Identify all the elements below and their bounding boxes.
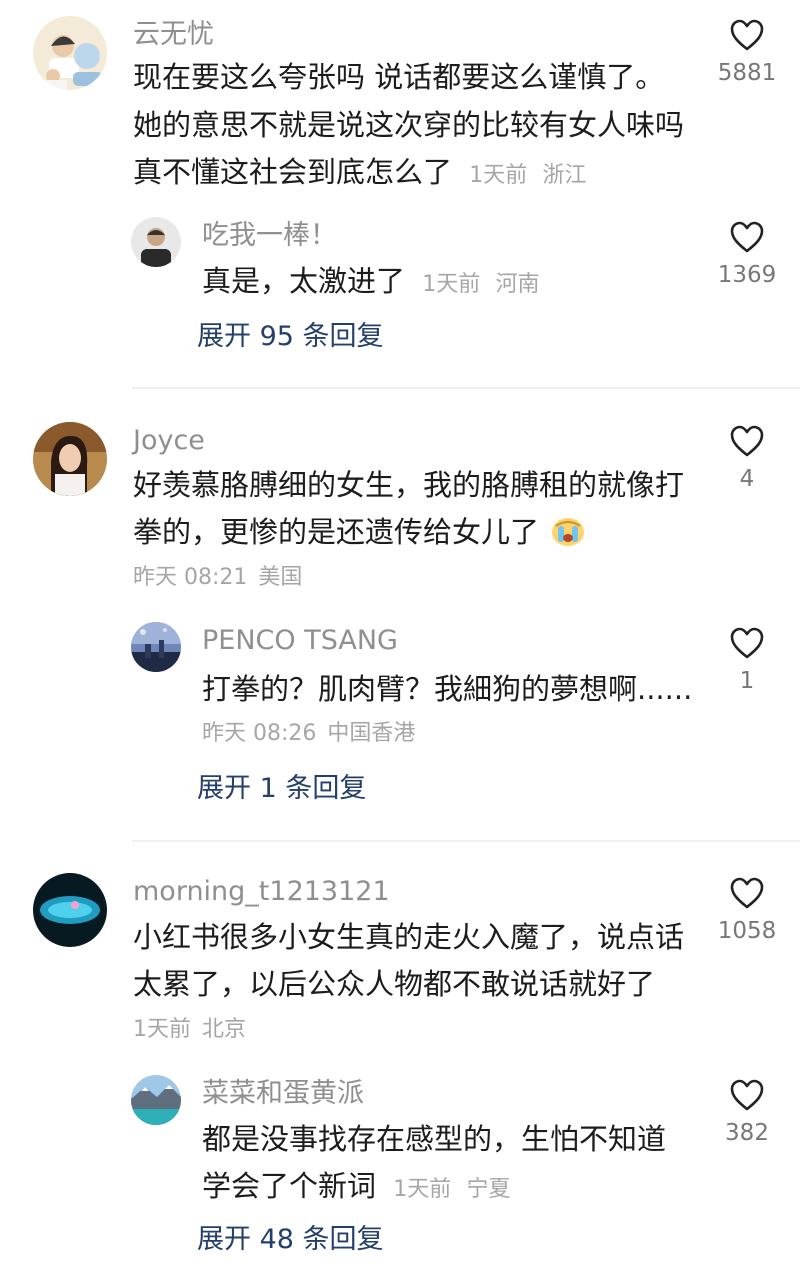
- comment-username[interactable]: morning_t1213121: [133, 874, 390, 910]
- heart-outline-icon: [730, 1079, 764, 1111]
- comment-username[interactable]: 云无忧: [133, 17, 214, 53]
- comment-time: 昨天 08:21: [133, 565, 248, 590]
- comment-location: 浙江: [542, 163, 587, 188]
- reply-username[interactable]: 吃我一棒！: [202, 218, 337, 254]
- like-count: 1058: [717, 918, 777, 944]
- comment-text-line[interactable]: 拳的，更惨的是还遗传给女儿了: [133, 508, 588, 556]
- reply-username[interactable]: PENCO TSANG: [202, 623, 398, 659]
- heart-outline-icon: [730, 221, 764, 253]
- divider: [132, 840, 800, 842]
- heart-outline-icon: [730, 425, 764, 457]
- reply-text-line[interactable]: 打拳的？肌肉臂？我細狗的夢想啊......: [202, 665, 692, 713]
- comment-meta: 昨天 08:21 美国: [133, 560, 302, 596]
- comment-text-line[interactable]: 她的意思不就是说这次穿的比较有女人味吗: [133, 101, 684, 149]
- reply-time: 昨天 08:26: [202, 721, 317, 746]
- expand-replies-link[interactable]: 展开 1 条回复: [197, 771, 366, 807]
- heart-outline-icon: [730, 19, 764, 51]
- comment-text: 拳的，更惨的是还遗传给女儿了: [133, 515, 540, 549]
- reply-text-line[interactable]: 真是，太激进了 1天前 河南: [202, 257, 539, 309]
- comment-time: 1天前: [469, 163, 528, 188]
- comment-location: 北京: [202, 1017, 247, 1042]
- avatar[interactable]: [33, 873, 107, 947]
- reply-text-line[interactable]: 都是没事找存在感型的，生怕不知道: [202, 1115, 666, 1163]
- avatar[interactable]: [33, 16, 107, 90]
- comment-location: 美国: [258, 565, 303, 590]
- like-button[interactable]: 1369: [697, 220, 797, 290]
- like-count: 1369: [717, 262, 777, 288]
- like-count: 4: [739, 466, 755, 492]
- like-button[interactable]: 1058: [697, 876, 797, 946]
- heart-outline-icon: [730, 627, 764, 659]
- reply-text-line[interactable]: 学会了个新词 1天前 宁夏: [202, 1162, 510, 1214]
- like-count: 1: [739, 668, 755, 694]
- avatar[interactable]: [131, 1075, 181, 1125]
- comment-text-line[interactable]: 小红书很多小女生真的走火入魔了，说点话: [133, 913, 684, 961]
- reply-text: 真是，太激进了: [202, 264, 406, 298]
- divider: [132, 387, 800, 389]
- like-count: 5881: [717, 60, 777, 86]
- like-button[interactable]: 5881: [697, 18, 797, 88]
- expand-replies-link[interactable]: 展开 48 条回复: [197, 1222, 384, 1258]
- comment-text: 真不懂这社会到底怎么了: [133, 155, 453, 189]
- comment-username[interactable]: Joyce: [133, 423, 205, 459]
- reply-location: 宁夏: [466, 1177, 511, 1202]
- comment-text-line[interactable]: 好羡慕胳膊细的女生，我的胳膊租的就像打: [133, 461, 684, 509]
- reply-text: 学会了个新词: [202, 1169, 377, 1203]
- reply-time: 1天前: [393, 1177, 452, 1202]
- comment-text-line[interactable]: 现在要这么夸张吗 说话都要这么谨慎了。: [133, 53, 664, 101]
- reply-meta: 昨天 08:26 中国香港: [202, 716, 415, 752]
- comment-meta: 1天前 北京: [133, 1012, 246, 1048]
- comment-time: 1天前: [133, 1017, 191, 1042]
- like-button[interactable]: 4: [697, 424, 797, 494]
- reply-location: 河南: [495, 272, 540, 297]
- comment-text-line[interactable]: 太累了，以后公众人物都不敢说话就好了: [133, 960, 655, 1008]
- comment-text-line[interactable]: 真不懂这社会到底怎么了 1天前 浙江: [133, 148, 586, 200]
- crying-emoji-icon: [548, 512, 588, 548]
- like-count: 382: [725, 1120, 769, 1146]
- avatar[interactable]: [33, 422, 107, 496]
- like-button[interactable]: 1: [697, 626, 797, 696]
- heart-outline-icon: [730, 877, 764, 909]
- reply-time: 1天前: [422, 272, 481, 297]
- avatar[interactable]: [131, 622, 181, 672]
- avatar[interactable]: [131, 217, 181, 267]
- reply-username[interactable]: 菜菜和蛋黄派: [202, 1076, 364, 1112]
- expand-replies-link[interactable]: 展开 95 条回复: [197, 319, 384, 355]
- like-button[interactable]: 382: [697, 1078, 797, 1148]
- reply-location: 中国香港: [327, 721, 416, 746]
